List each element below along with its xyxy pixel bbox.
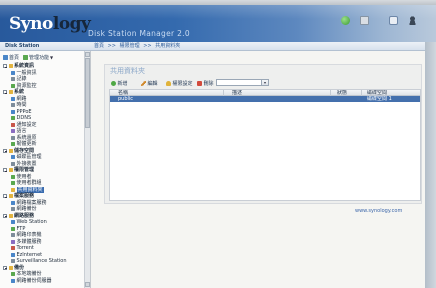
breadcrumb-item-shared-folder: 共用資料夾	[155, 43, 181, 49]
user-icon	[11, 174, 15, 179]
log-icon	[11, 77, 15, 82]
logo-text-part1: Syno	[9, 14, 53, 34]
file-service-icon	[11, 200, 15, 205]
delete-button[interactable]: 刪除	[197, 79, 214, 87]
row-description-cell	[223, 96, 330, 102]
usb-icon	[11, 161, 15, 166]
volume-icon	[11, 155, 15, 160]
printer-icon	[11, 233, 15, 238]
synology-website-link[interactable]: www.synology.com	[355, 208, 402, 215]
logo-text-part2: logy	[52, 14, 91, 34]
user-icon[interactable]	[408, 16, 417, 25]
folder-icon	[8, 265, 13, 270]
sidebar-top-row: 首頁 管理功能 ▼	[3, 54, 57, 61]
collapse-toggle-icon[interactable]	[3, 213, 7, 218]
shared-folder-icon	[11, 187, 15, 192]
sidebar-tree: 系統資訊 一般資訊 記錄 資源監控 系統 網路 時間 PPPoE DDNS 通知…	[2, 63, 83, 284]
clock-icon	[11, 103, 15, 108]
folder-icon	[8, 194, 13, 199]
ftp-icon	[11, 226, 15, 231]
ddns-icon	[11, 116, 15, 121]
restore-icon	[11, 135, 15, 140]
row-name-cell: public	[118, 96, 134, 102]
edit-label: 編輯	[147, 80, 158, 87]
collapse-toggle-icon[interactable]	[3, 64, 7, 69]
language-icon	[11, 129, 15, 134]
add-icon	[111, 80, 116, 86]
chevron-down-icon: ▼	[50, 55, 54, 60]
collapse-toggle-icon[interactable]	[3, 90, 7, 95]
web-icon	[11, 220, 15, 225]
sidebar-item-label: 網路備份伺服器	[16, 277, 52, 284]
scrollbar-thumb[interactable]	[84, 58, 90, 128]
collapse-toggle-icon[interactable]	[3, 194, 7, 199]
media-icon	[11, 239, 15, 244]
notification-icon	[11, 122, 15, 127]
navigation-bar: Disk Station 首頁 >> 權限管理 >> 共用資料夾	[0, 42, 425, 51]
breadcrumb-separator: >>	[143, 43, 152, 49]
module-icon	[23, 55, 28, 60]
update-icon	[11, 142, 15, 147]
breadcrumb-separator: >>	[107, 43, 116, 49]
table-row[interactable]: public 磁碟空間 1	[110, 96, 420, 102]
shared-folder-table: 名稱 描述 狀態 磁碟空間 public 磁碟空間 1	[109, 89, 421, 201]
search-input[interactable]	[216, 79, 262, 86]
server-icon	[11, 278, 15, 283]
folder-icon	[8, 90, 13, 95]
collapse-toggle-icon[interactable]	[3, 168, 7, 173]
app-header: Synology Disk Station Manager 2.0	[0, 5, 436, 42]
breadcrumb-item-home[interactable]: 首頁	[94, 43, 104, 49]
breadcrumb-item-privileges[interactable]: 權限管理	[120, 43, 140, 49]
status-icon[interactable]	[341, 16, 350, 25]
panel-title: 共用資料夾	[110, 67, 145, 75]
row-status-cell	[330, 96, 361, 102]
breadcrumb: 首頁 >> 權限管理 >> 共用資料夾	[94, 43, 182, 50]
collapse-toggle-icon[interactable]	[3, 148, 7, 153]
globe-icon	[11, 252, 15, 257]
sidebar-item-backup-server[interactable]: 網路備份伺服器	[2, 278, 83, 285]
sidebar: 首頁 管理功能 ▼ 系統資訊 一般資訊 記錄 資源監控 系統 網路 時間 PPP…	[0, 51, 90, 288]
backup-icon	[11, 207, 15, 212]
display-icon[interactable]	[360, 16, 369, 25]
pppoe-icon	[11, 109, 15, 114]
folder-icon	[8, 168, 13, 173]
app-title: Disk Station Manager 2.0	[88, 29, 190, 38]
scroll-down-icon[interactable]	[84, 282, 90, 287]
monitor-icon	[11, 83, 15, 88]
module-label: 管理功能	[29, 55, 50, 61]
window-right-edge	[425, 42, 436, 288]
group-icon	[11, 181, 15, 186]
home-button[interactable]: 首頁	[3, 54, 19, 61]
station-label: Disk Station	[5, 43, 40, 49]
row-volume-cell: 磁碟空間 1	[367, 96, 392, 102]
folder-icon	[8, 213, 13, 218]
info-icon	[11, 70, 15, 75]
add-label: 新增	[117, 80, 128, 87]
camera-icon	[11, 259, 15, 264]
help-icon[interactable]	[389, 16, 398, 25]
folder-icon	[8, 148, 13, 153]
synology-logo[interactable]: Synology	[9, 14, 91, 34]
permissions-button[interactable]: 權限設定	[166, 79, 193, 87]
torrent-icon	[11, 246, 15, 251]
edit-button[interactable]: 編輯	[141, 79, 158, 87]
add-button[interactable]: 新增	[111, 79, 128, 87]
home-icon	[3, 55, 8, 60]
module-menu-button[interactable]: 管理功能 ▼	[23, 54, 53, 61]
permission-icon	[166, 80, 171, 86]
folder-icon	[8, 64, 13, 69]
edit-icon	[141, 80, 146, 86]
search-dropdown-icon[interactable]: ▾	[261, 79, 269, 86]
permissions-label: 權限設定	[172, 80, 193, 87]
scroll-up-icon[interactable]	[84, 51, 90, 57]
local-backup-icon	[11, 272, 15, 277]
network-icon	[11, 96, 15, 101]
delete-icon	[197, 80, 202, 86]
collapse-toggle-icon[interactable]	[3, 265, 7, 270]
home-label: 首頁	[9, 55, 20, 61]
delete-label: 刪除	[203, 80, 214, 87]
